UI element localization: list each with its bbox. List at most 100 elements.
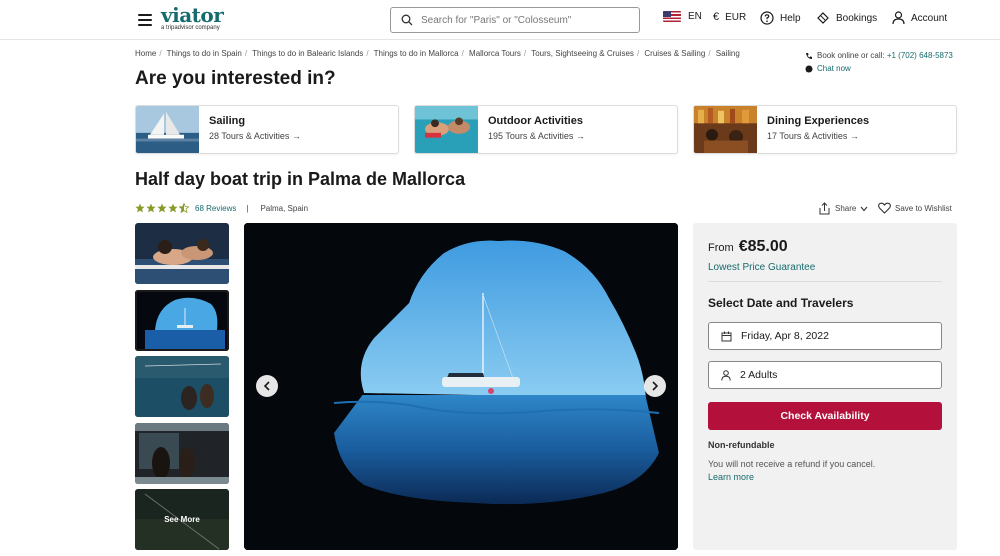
share-icon — [819, 202, 830, 215]
breadcrumb-item[interactable]: Mallorca Tours — [469, 49, 521, 58]
booking-panel: From €85.00 Lowest Price Guarantee Selec… — [693, 223, 957, 550]
card-title: Dining Experiences — [767, 115, 870, 127]
account-label: Account — [911, 12, 948, 24]
gallery-prev-button[interactable] — [256, 375, 278, 397]
date-picker[interactable]: Friday, Apr 8, 2022 — [708, 322, 942, 350]
heart-icon — [878, 202, 891, 214]
chevron-left-icon — [263, 381, 270, 391]
bookings-link[interactable]: Bookings — [816, 11, 877, 25]
select-date-title: Select Date and Travelers — [708, 296, 854, 310]
half-star-icon — [179, 203, 189, 213]
check-availability-button[interactable]: Check Availability — [708, 402, 942, 430]
currency-label: EUR — [725, 11, 747, 23]
breadcrumb-item[interactable]: Tours, Sightseeing & Cruises — [531, 49, 634, 58]
panel-divider — [708, 281, 942, 282]
category-card-dining[interactable]: Dining Experiences 17 Tours & Activities… — [693, 105, 957, 154]
sailing-image — [136, 106, 199, 153]
reviews-link[interactable]: 68 Reviews — [195, 204, 236, 213]
logo-subtitle: a tripadvisor company — [161, 25, 220, 31]
chevron-down-icon — [860, 206, 868, 211]
us-flag-icon — [663, 11, 681, 22]
breadcrumb: Home / Things to do in Spain / Things to d… — [135, 49, 740, 58]
breadcrumb-item[interactable]: Sailing — [716, 49, 740, 58]
thumbnail-2[interactable] — [135, 289, 229, 351]
thumbnail-image — [135, 422, 229, 484]
card-title: Outdoor Activities — [488, 115, 583, 127]
gallery-next-button[interactable] — [644, 375, 666, 397]
search-input[interactable] — [421, 14, 621, 26]
bookings-label: Bookings — [836, 12, 878, 24]
thumbnail-see-more[interactable]: See More — [135, 489, 229, 551]
thumbnail-1[interactable] — [135, 223, 229, 284]
breadcrumb-item[interactable]: Home — [135, 49, 156, 58]
thumbnail-image — [135, 356, 229, 418]
menu-icon[interactable] — [138, 14, 152, 26]
non-refundable-label: Non-refundable — [708, 440, 775, 450]
lowest-price-guarantee[interactable]: Lowest Price Guarantee — [708, 262, 815, 273]
price-value: €85.00 — [738, 238, 788, 255]
euro-icon: € — [713, 11, 720, 23]
star-icon — [146, 203, 156, 213]
user-icon — [892, 11, 905, 25]
thumbnail-image — [135, 223, 229, 284]
product-location: Palma, Spain — [260, 203, 309, 213]
card-count: 28 Tours & Activities → — [209, 131, 301, 141]
currency-selector[interactable]: € EUR — [713, 11, 746, 23]
breadcrumb-item[interactable]: Things to do in Balearic Islands — [252, 49, 363, 58]
search-icon — [401, 14, 413, 26]
help-icon — [760, 11, 774, 25]
card-count: 17 Tours & Activities → — [767, 131, 859, 141]
date-value: Friday, Apr 8, 2022 — [741, 330, 829, 342]
breadcrumb-item[interactable]: Things to do in Mallorca — [374, 49, 459, 58]
help-label: Help — [780, 12, 801, 24]
thumbnail-4[interactable] — [135, 422, 229, 484]
help-link[interactable]: Help — [760, 11, 801, 25]
outdoor-image — [415, 106, 478, 153]
product-title: Half day boat trip in Palma de Mallorca — [135, 169, 466, 189]
card-count: 195 Tours & Activities → — [488, 131, 585, 141]
wishlist-label: Save to Wishlist — [895, 203, 952, 213]
share-label: Share — [835, 204, 857, 213]
share-button[interactable]: Share — [818, 202, 868, 215]
account-link[interactable]: Account — [892, 11, 947, 25]
learn-more-link[interactable]: Learn more — [708, 472, 754, 482]
see-more-label: See More — [135, 489, 229, 551]
category-cards: Sailing 28 Tours & Activities → Outdoor … — [135, 105, 957, 154]
rating-stars — [135, 203, 189, 213]
breadcrumb-item[interactable]: Things to do in Spain — [167, 49, 242, 58]
thumbnail-3[interactable] — [135, 356, 229, 418]
call-prefix: Book online or call: — [817, 51, 885, 60]
top-header: viator a tripadvisor company EN € EUR He… — [0, 0, 1000, 40]
calendar-icon — [721, 331, 732, 341]
category-card-outdoor[interactable]: Outdoor Activities 195 Tours & Activitie… — [414, 105, 678, 154]
ticket-icon — [817, 12, 829, 24]
product-meta: 68 Reviews | Palma, Spain — [135, 203, 308, 213]
travelers-picker[interactable]: 2 Adults — [708, 361, 942, 389]
chevron-right-icon — [652, 381, 659, 391]
star-icon — [168, 203, 178, 213]
phone-icon — [806, 52, 812, 59]
wishlist-button[interactable]: Save to Wishlist — [878, 202, 952, 214]
refund-policy-text: You will not receive a refund if you can… — [708, 459, 876, 469]
search-box[interactable] — [390, 7, 640, 33]
breadcrumb-item[interactable]: Cruises & Sailing — [644, 49, 705, 58]
phone-link[interactable]: +1 (702) 648-5873 — [887, 51, 953, 60]
travelers-value: 2 Adults — [740, 369, 778, 381]
interested-heading: Are you interested in? — [135, 68, 336, 89]
meta-separator: | — [246, 203, 249, 213]
thumbnail-strip: See More — [135, 223, 229, 556]
price-line: From €85.00 — [708, 238, 788, 256]
from-label: From — [708, 242, 734, 254]
main-gallery-image[interactable] — [244, 223, 678, 550]
language-label: EN — [688, 11, 702, 22]
user-icon — [721, 369, 731, 381]
language-selector[interactable]: EN — [663, 11, 702, 22]
dining-image — [694, 106, 757, 153]
thumbnail-image — [135, 289, 229, 351]
logo-text: viator — [161, 3, 224, 27]
category-card-sailing[interactable]: Sailing 28 Tours & Activities → — [135, 105, 399, 154]
chat-icon — [805, 65, 813, 72]
chat-now-link[interactable]: Chat now — [817, 64, 851, 73]
cave-sailboat-photo — [244, 223, 678, 550]
viator-logo[interactable]: viator a tripadvisor company — [161, 3, 224, 31]
